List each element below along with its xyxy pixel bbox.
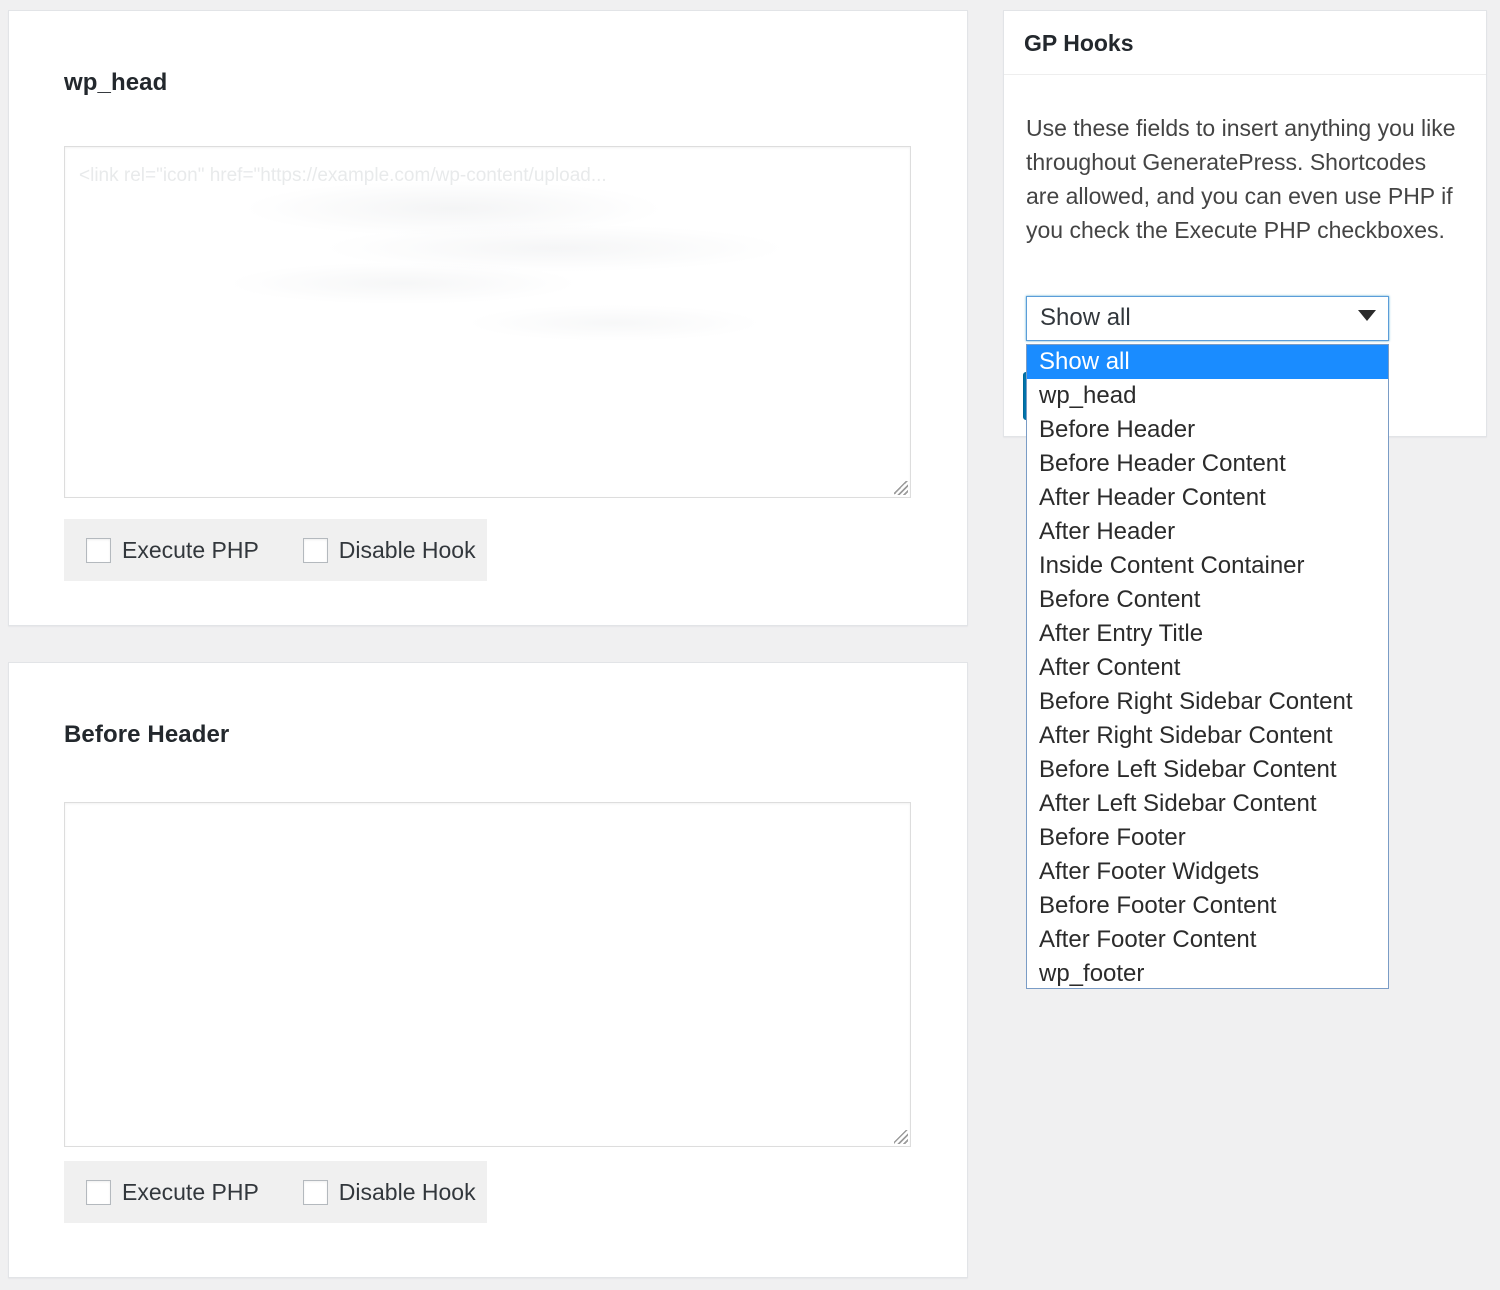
hook-filter-selected-value: Show all <box>1040 304 1131 331</box>
hook-filter-option[interactable]: Inside Content Container <box>1027 549 1388 583</box>
disable-hook-checkbox[interactable] <box>302 1179 328 1205</box>
hook-filter-option[interactable]: After Footer Content <box>1027 923 1388 957</box>
execute-php-checkbox[interactable] <box>86 1179 111 1205</box>
hook-filter-option[interactable]: wp_head <box>1027 379 1388 413</box>
hook-card-before-header: Before Header Execute PHP Disable Hook <box>8 662 968 1278</box>
hook-card-wp-head: wp_head <link rel="icon" href="https://e… <box>8 10 968 626</box>
textarea-resize-handle[interactable] <box>894 1130 908 1144</box>
hook-filter-option[interactable]: Before Footer <box>1027 821 1388 855</box>
panel-description: Use these fields to insert anything you … <box>1026 115 1456 243</box>
disable-hook-label: Disable Hook <box>338 1178 476 1205</box>
hook-filter-option[interactable]: Before Content <box>1027 583 1388 617</box>
hook-title: wp_head <box>64 69 168 96</box>
hook-filter-select[interactable]: Show all <box>1026 296 1389 341</box>
hook-filter-option[interactable]: After Footer Widgets <box>1027 855 1388 889</box>
hook-filter-option[interactable]: After Right Sidebar Content <box>1027 719 1388 753</box>
execute-php-label: Execute PHP <box>122 536 259 563</box>
disable-hook-checkbox-row[interactable]: Disable Hook <box>302 1178 476 1206</box>
hook-filter-option[interactable]: After Header <box>1027 515 1388 549</box>
chevron-down-icon <box>1358 310 1376 321</box>
execute-php-checkbox-row[interactable]: Execute PHP <box>86 1179 259 1206</box>
disable-hook-checkbox[interactable] <box>302 537 328 563</box>
hook-filter-option[interactable]: After Header Content <box>1027 481 1388 515</box>
hook-options-bar: Execute PHP Disable Hook <box>64 1161 487 1223</box>
admin-page: wp_head <link rel="icon" href="https://e… <box>0 0 1500 1290</box>
textarea-resize-handle[interactable] <box>894 481 908 495</box>
hook-filter-option[interactable]: Show all <box>1027 345 1388 379</box>
panel-title: GP Hooks <box>1024 30 1134 56</box>
panel-header: GP Hooks <box>1004 11 1486 75</box>
hook-textarea-wrapper <box>64 802 911 1147</box>
hook-filter-option[interactable]: wp_footer <box>1027 957 1388 988</box>
execute-php-checkbox-row[interactable]: Execute PHP <box>86 537 259 564</box>
hook-content-textarea[interactable]: <link rel="icon" href="https://example.c… <box>64 146 911 498</box>
execute-php-label: Execute PHP <box>122 1178 259 1205</box>
hook-title: Before Header <box>64 721 230 748</box>
hook-filter-option[interactable]: After Left Sidebar Content <box>1027 787 1388 821</box>
hook-filter-option[interactable]: Before Left Sidebar Content <box>1027 753 1388 787</box>
hook-options-bar: Execute PHP Disable Hook <box>64 519 487 581</box>
disable-hook-checkbox-row[interactable]: Disable Hook <box>302 536 476 564</box>
hook-content-textarea[interactable] <box>64 802 911 1147</box>
hook-filter-option[interactable]: Before Header Content <box>1027 447 1388 481</box>
hook-filter-option[interactable]: Before Footer Content <box>1027 889 1388 923</box>
hook-filter-option[interactable]: Before Header <box>1027 413 1388 447</box>
hook-filter-option[interactable]: After Content <box>1027 651 1388 685</box>
execute-php-checkbox[interactable] <box>86 537 111 563</box>
disable-hook-label: Disable Hook <box>338 536 476 563</box>
hook-textarea-wrapper: <link rel="icon" href="https://example.c… <box>64 146 911 498</box>
hook-filter-option-list[interactable]: Show all wp_head Before Header Before Heade… <box>1026 344 1389 989</box>
hook-filter-option[interactable]: After Entry Title <box>1027 617 1388 651</box>
hook-filter-option[interactable]: Before Right Sidebar Content <box>1027 685 1388 719</box>
